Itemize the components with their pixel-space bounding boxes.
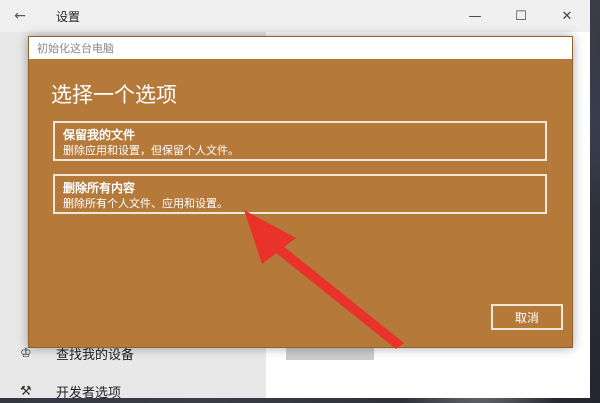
dialog-window-title: 初始化这台电脑 bbox=[37, 42, 114, 55]
settings-window-title: 设置 bbox=[56, 9, 81, 24]
option-remove-everything[interactable]: 删除所有内容 删除所有个人文件、应用和设置。 bbox=[53, 174, 547, 214]
close-button[interactable]: ✕ bbox=[544, 0, 590, 32]
window-controls: — ☐ ✕ bbox=[452, 0, 590, 32]
maximize-button[interactable]: ☐ bbox=[498, 0, 544, 32]
dialog-heading: 选择一个选项 bbox=[51, 83, 177, 107]
option-title: 删除所有内容 bbox=[63, 181, 136, 195]
cancel-button[interactable]: 取消 bbox=[491, 304, 563, 330]
arrow-left-icon[interactable]: ← bbox=[0, 0, 40, 32]
option-title: 保留我的文件 bbox=[63, 128, 136, 142]
minimize-button[interactable]: — bbox=[452, 0, 498, 32]
option-keep-my-files[interactable]: 保留我的文件 删除应用和设置，但保留个人文件。 bbox=[53, 121, 547, 161]
settings-titlebar: ← 设置 — ☐ ✕ bbox=[0, 0, 590, 32]
sidebar-item-label: 开发者选项 bbox=[56, 385, 122, 399]
option-description: 删除应用和设置，但保留个人文件。 bbox=[63, 144, 239, 157]
option-description: 删除所有个人文件、应用和设置。 bbox=[63, 197, 228, 210]
wrench-icon: ⚒ bbox=[20, 383, 32, 399]
sidebar-item-developer-options[interactable]: ⚒ 开发者选项 bbox=[0, 376, 266, 399]
dialog-titlebar: 初始化这台电脑 bbox=[29, 37, 572, 59]
reset-pc-dialog: 初始化这台电脑 选择一个选项 保留我的文件 删除应用和设置，但保留个人文件。 删… bbox=[28, 36, 573, 348]
